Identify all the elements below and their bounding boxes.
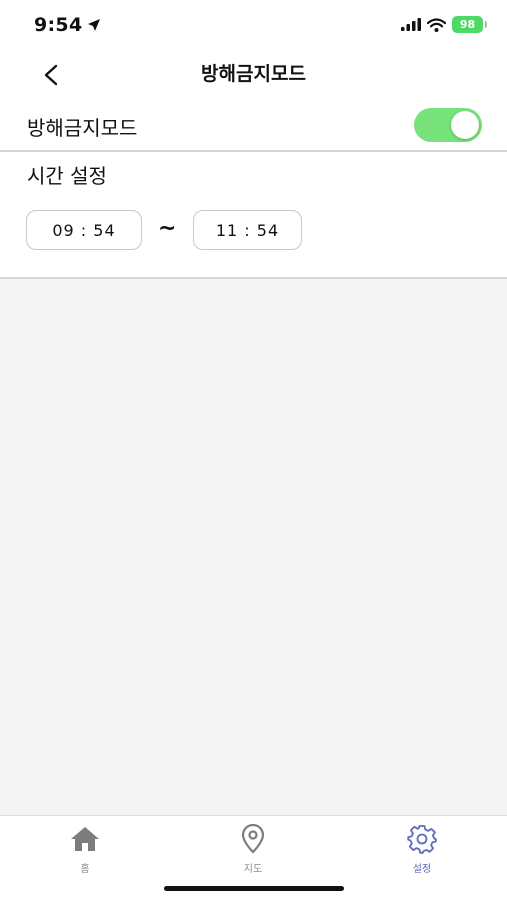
end-time-button[interactable]: 11 : 54 <box>193 210 302 250</box>
back-button[interactable] <box>38 62 64 88</box>
tab-map[interactable]: 지도 <box>213 822 293 875</box>
tab-home-label: 홈 <box>80 864 90 875</box>
cellular-signal-icon <box>401 18 421 31</box>
wifi-icon <box>427 17 446 32</box>
tab-settings[interactable]: 설정 <box>382 822 462 875</box>
tab-home[interactable]: 홈 <box>45 822 125 875</box>
time-range-separator: ~ <box>158 216 177 241</box>
section-divider <box>0 277 507 279</box>
dnd-toggle[interactable] <box>414 108 482 142</box>
home-indicator <box>164 886 344 891</box>
tab-map-label: 지도 <box>243 864 263 875</box>
battery-level: 98 <box>459 18 476 31</box>
settings-panel: 9:54 98 방해금지모드 방해금지모드 시간 설정 09: 54 ~ 11… <box>0 0 507 278</box>
time-setting-title: 시간 설정 <box>27 164 107 188</box>
map-pin-icon <box>241 824 265 854</box>
battery-icon: 98 <box>452 16 487 33</box>
tab-settings-label: 설정 <box>412 864 432 875</box>
status-time-text: 9:54 <box>34 14 83 36</box>
status-bar-time: 9:54 <box>34 14 101 36</box>
toggle-knob <box>451 111 479 139</box>
location-arrow-icon <box>88 19 101 31</box>
start-time-button[interactable]: 09 : 54 <box>26 210 142 250</box>
page-title: 방해금지모드 <box>201 63 306 85</box>
status-bar-indicators: 98 <box>401 16 487 33</box>
dnd-row: 방해금지모드 <box>0 102 507 152</box>
dnd-label: 방해금지모드 <box>27 116 138 140</box>
home-icon <box>71 827 99 851</box>
gear-icon <box>407 825 437 854</box>
chevron-left-icon <box>44 64 58 86</box>
